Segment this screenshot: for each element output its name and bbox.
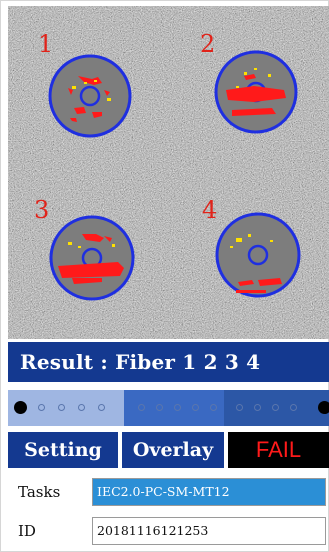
action-row: Setting Overlay FAIL [8,432,329,468]
strip-position-dot [192,404,199,411]
fiber-4-number: 4 [202,196,217,224]
fiber-3-number: 3 [34,196,49,224]
strip-position-dot [210,404,217,411]
strip-end-marker-right [318,401,329,414]
fail-status: FAIL [228,432,329,468]
tasks-field[interactable]: IEC2.0-PC-SM-MT12 [92,478,326,506]
strip-position-dot [272,404,279,411]
strip-position-dot [38,404,45,411]
strip-position-dot [290,404,297,411]
tasks-label: Tasks [18,483,61,501]
result-banner: Result : Fiber 1 2 3 4 [8,342,329,382]
id-field[interactable]: 20181116121253 [92,517,326,545]
fiber-inspection-view: 1 2 3 4 [8,6,329,339]
fiber-1-number: 1 [38,30,53,58]
strip-position-dot [236,404,243,411]
strip-end-marker-left [14,401,27,414]
strip-position-dot [174,404,181,411]
strip-position-dot [138,404,145,411]
strip-position-dot [78,404,85,411]
id-label: ID [18,522,36,540]
setting-button[interactable]: Setting [8,432,118,468]
strip-position-dot [156,404,163,411]
strip-position-dot [98,404,105,411]
overlay-button[interactable]: Overlay [122,432,224,468]
strip-position-dot [58,404,65,411]
strip-position-dot [254,404,261,411]
fiber-2-number: 2 [200,30,215,58]
fiber-position-strip[interactable] [8,390,329,426]
